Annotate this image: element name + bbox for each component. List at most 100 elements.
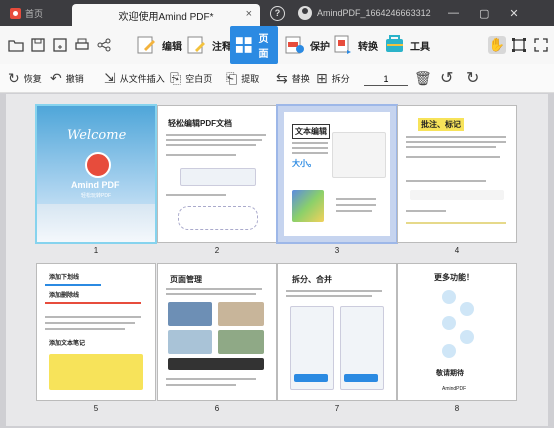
close-tab-icon[interactable]: ×: [246, 8, 252, 20]
page-5-heading-strikethrough: 添加删除线: [49, 293, 80, 299]
restore-label: 恢复: [23, 73, 42, 84]
ribbon-tab-tools[interactable]: 工具: [384, 26, 430, 64]
page-thumbnail-1[interactable]: Welcome Amind PDF 轻松玩转PDF 1: [37, 106, 155, 256]
page-thumbnail-5[interactable]: 添加下划线 添加删除线 添加文本笔记 5: [37, 264, 155, 414]
page-preview: 拆分、合并: [278, 264, 396, 400]
page-thumbnail-4[interactable]: 批注、标记 4: [398, 106, 516, 256]
extract-label: 提取: [241, 73, 260, 84]
landscape-image: [37, 204, 155, 242]
page-preview: 更多功能！ 敬请期待 AmindPDF: [398, 264, 516, 400]
close-window-button[interactable]: ✕: [509, 7, 518, 20]
split-label: 拆分: [331, 73, 350, 84]
page-thumbnail-6[interactable]: 页面管理 6: [158, 264, 276, 414]
page-toolbar: ↻ 恢复 ↶ 撤销 ⇲ 从文件插入 ⎘ 空白页 ⎗ 提取 ⇆ 替换 ⊞ 拆分 🗑…: [0, 64, 554, 93]
title-bar: 首页 欢迎使用Amind PDF* × ? AmindPDF_166424666…: [0, 0, 554, 26]
page-number-label: 1: [93, 246, 99, 255]
replace-button[interactable]: ⇆ 替换: [276, 64, 310, 92]
open-folder-icon[interactable]: [8, 37, 24, 53]
avatar-icon: [298, 6, 312, 20]
replace-icon: ⇆: [276, 69, 288, 86]
page-thumbnail-2[interactable]: 轻松编辑PDF文档 2: [158, 106, 276, 256]
insert-from-file-button[interactable]: ⇲ 从文件插入: [104, 64, 165, 92]
ribbon-tab-convert[interactable]: 转换: [332, 26, 378, 64]
hand-tool-icon[interactable]: ✋: [488, 36, 506, 54]
blank-page-label: 空白页: [185, 73, 213, 84]
page-number-label: 3: [334, 246, 340, 255]
ribbon-tab-label: 页面: [258, 34, 269, 60]
help-icon: ?: [270, 5, 285, 21]
page-6-title: 页面管理: [170, 275, 202, 284]
undo-label: 撤销: [65, 73, 84, 84]
undo-button[interactable]: ↶ 撤销: [50, 64, 84, 92]
tools-icon: [386, 35, 403, 52]
thumbnail-area: Welcome Amind PDF 轻松玩转PDF 1 轻松编辑PDF文档 2 …: [6, 94, 548, 426]
select-area-icon[interactable]: [510, 36, 528, 54]
save-as-icon[interactable]: [52, 37, 68, 53]
app-logo-icon: [10, 7, 21, 19]
restore-button[interactable]: ↻ 恢复: [8, 64, 42, 92]
ribbon-tab-protect[interactable]: 保护: [284, 26, 330, 64]
page-preview: 轻松编辑PDF文档: [158, 106, 276, 242]
page-number-label: 8: [454, 404, 460, 413]
page-preview: 添加下划线 添加删除线 添加文本笔记: [37, 264, 155, 400]
page-7-title: 拆分、合并: [292, 275, 332, 284]
page-thumbnail-3[interactable]: 文本编辑 大小。 3: [278, 106, 396, 256]
ribbon-tab-label: 注释: [212, 41, 232, 53]
page-number-label: 5: [93, 404, 99, 413]
document-tab-label: 欢迎使用Amind PDF*: [118, 11, 214, 23]
extract-button[interactable]: ⎗ 提取: [226, 64, 259, 92]
minimize-button[interactable]: —: [448, 7, 459, 19]
rotate-right-button[interactable]: ↻: [466, 64, 479, 92]
page-3-text: 大小。: [292, 159, 316, 168]
replace-label: 替换: [291, 73, 310, 84]
page-icon: [235, 37, 252, 53]
window-controls: — ▢ ✕: [448, 0, 519, 26]
ribbon-tab-label: 保护: [310, 41, 330, 53]
delete-page-button[interactable]: 🗑: [414, 64, 432, 92]
rotate-left-icon: ↺: [440, 70, 454, 87]
page-1-title: Amind PDF: [71, 180, 120, 190]
insert-file-icon: ⇲: [104, 69, 116, 86]
ribbon-tab-page[interactable]: 页面: [230, 26, 278, 64]
welcome-text: Welcome: [67, 128, 127, 143]
rotate-left-button[interactable]: ↺: [440, 64, 453, 92]
page-3-title: 文本编辑: [292, 124, 330, 139]
blank-page-button[interactable]: ⎘ 空白页: [170, 64, 212, 92]
maximize-button[interactable]: ▢: [479, 7, 489, 20]
protect-icon: [285, 36, 304, 54]
convert-icon: [334, 35, 351, 54]
rotate-right-icon: ↻: [466, 70, 480, 87]
page-number-input[interactable]: [364, 72, 408, 86]
tab-home[interactable]: 首页: [0, 0, 70, 26]
blank-page-icon: ⎘: [170, 69, 182, 86]
page-1-subtitle: 轻松玩转PDF: [81, 193, 112, 199]
app-logo-icon: [85, 152, 111, 178]
page-number-label: 2: [214, 246, 220, 255]
page-preview: 页面管理: [158, 264, 276, 400]
undo-icon: ↶: [50, 69, 62, 86]
help-button[interactable]: ?: [270, 0, 285, 26]
ribbon-tab-annotate[interactable]: 注释: [186, 26, 232, 64]
split-button[interactable]: ⊞ 拆分: [316, 64, 350, 92]
page-8-title: 更多功能！: [434, 273, 474, 282]
share-icon[interactable]: [96, 37, 112, 53]
page-preview: 文本编辑 大小。: [278, 106, 396, 242]
page-thumbnail-8[interactable]: 更多功能！ 敬请期待 AmindPDF 8: [398, 264, 516, 414]
page-number-label: 7: [334, 404, 340, 413]
page-8-coming-soon: 敬请期待: [436, 370, 464, 377]
split-icon: ⊞: [316, 69, 328, 86]
annotate-icon: [187, 36, 205, 54]
page-8-brand: AmindPDF: [442, 386, 467, 392]
print-icon[interactable]: [74, 37, 90, 53]
user-account[interactable]: AmindPDF_1664246663312: [298, 0, 431, 26]
save-icon[interactable]: [30, 37, 46, 53]
page-thumbnail-7[interactable]: 拆分、合并 7: [278, 264, 396, 414]
fit-page-icon[interactable]: [532, 36, 550, 54]
page-number-label: 6: [214, 404, 220, 413]
page-preview: Welcome Amind PDF 轻松玩转PDF: [37, 106, 155, 242]
ribbon-tab-edit[interactable]: 编辑: [136, 26, 182, 64]
tab-document[interactable]: 欢迎使用Amind PDF* ×: [72, 4, 260, 26]
ribbon-tab-label: 转换: [358, 41, 378, 53]
page-2-title: 轻松编辑PDF文档: [168, 119, 232, 128]
extract-icon: ⎗: [226, 69, 238, 86]
